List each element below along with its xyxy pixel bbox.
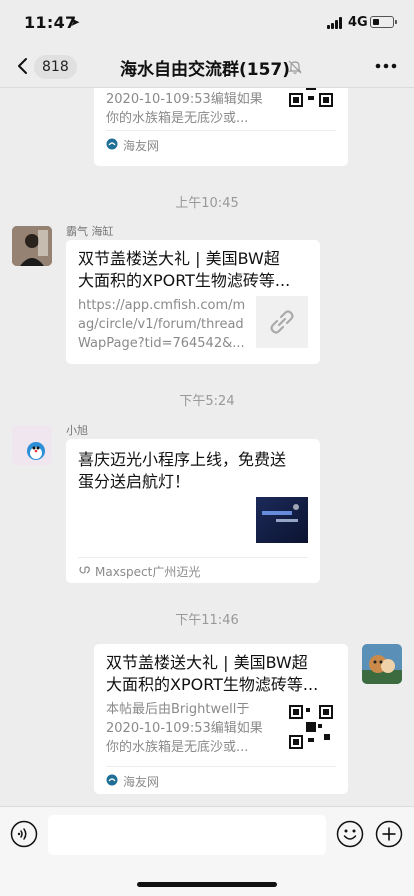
qr-code-thumb [288, 704, 334, 750]
chat-messages[interactable]: 2020-10-109:53编辑如果 你的水族箱是无底沙或... 海友网 上午1… [0, 88, 414, 806]
card-url: https://app.cmfish.com/m ag/circle/v1/fo… [78, 298, 246, 351]
back-button[interactable]: 818 [10, 52, 77, 80]
card-source: Maxspect广州迈光 [78, 557, 308, 581]
product-image-thumb [256, 497, 308, 543]
timestamp: 下午11:46 [175, 613, 239, 628]
card-source: 海友网 [106, 130, 336, 156]
card-source: 海友网 [106, 766, 336, 792]
battery-tip [395, 20, 397, 24]
card-source-label: 海友网 [123, 775, 160, 789]
location-icon: ➤ [70, 15, 81, 29]
miniprogram-icon [79, 566, 90, 574]
avatar[interactable] [12, 226, 52, 266]
card-title: 双节盖楼送大礼 | 美国BW超 大面积的XPORT生物滤砖等... [106, 653, 319, 694]
qr-code-thumb [288, 88, 334, 108]
link-card-message[interactable]: 双节盖楼送大礼 | 美国BW超 大面积的XPORT生物滤砖等... https:… [66, 240, 320, 364]
unread-count-badge: 818 [34, 55, 77, 79]
person-avatar-icon [12, 226, 52, 266]
miniprogram-card-message[interactable]: 喜庆迈光小程序上线，免费送 蛋分送启航灯！ Maxspect广州迈光 [66, 439, 320, 583]
mute-bell-icon [288, 60, 302, 74]
home-indicator[interactable] [137, 882, 277, 887]
card-description: 本帖最后由Brightwell于 2020-10-109:53编辑如果 你的水族… [106, 702, 263, 755]
network-type: 4G [348, 15, 368, 30]
card-title: 双节盖楼送大礼 | 美国BW超 大面积的XPORT生物滤砖等... [78, 249, 291, 290]
sender-name: 小旭 [66, 424, 88, 437]
chat-title: 海水自由交流群(157) [120, 60, 291, 80]
battery-icon [370, 16, 394, 28]
link-thumb [256, 296, 308, 348]
link-card-message[interactable]: 双节盖楼送大礼 | 美国BW超 大面积的XPORT生物滤砖等... 本帖最后由B… [94, 644, 348, 794]
voice-icon[interactable] [10, 820, 38, 848]
avatar[interactable] [362, 644, 402, 684]
status-bar: 11:47 ➤ 4G [0, 0, 414, 44]
plus-icon[interactable] [375, 820, 403, 848]
cell-signal-icon [327, 17, 345, 29]
status-time: 11:47 [24, 13, 77, 32]
avatar[interactable] [12, 425, 52, 465]
card-title: 喜庆迈光小程序上线，免费送 蛋分送启航灯！ [78, 450, 287, 491]
timestamp: 上午10:45 [175, 196, 239, 211]
card-source-label: 海友网 [123, 139, 160, 153]
message-input[interactable] [48, 815, 326, 855]
chevron-left-icon [18, 58, 27, 74]
sender-name: 霸气 海缸 [66, 225, 114, 238]
card-source-label: Maxspect广州迈光 [95, 565, 201, 579]
pet-avatar-icon [362, 644, 402, 684]
source-logo-icon [106, 774, 118, 786]
more-dots-icon[interactable] [372, 56, 400, 76]
link-icon [270, 310, 294, 334]
chat-header: 818 海水自由交流群(157) [0, 44, 414, 88]
timestamp: 下午5:24 [179, 394, 235, 409]
emoji-icon[interactable] [336, 820, 364, 848]
card-description: 2020-10-109:53编辑如果 你的水族箱是无底沙或... [106, 92, 263, 126]
source-logo-icon [106, 138, 118, 150]
link-card-message[interactable]: 2020-10-109:53编辑如果 你的水族箱是无底沙或... 海友网 [94, 88, 348, 166]
cartoon-avatar-icon [12, 425, 52, 465]
